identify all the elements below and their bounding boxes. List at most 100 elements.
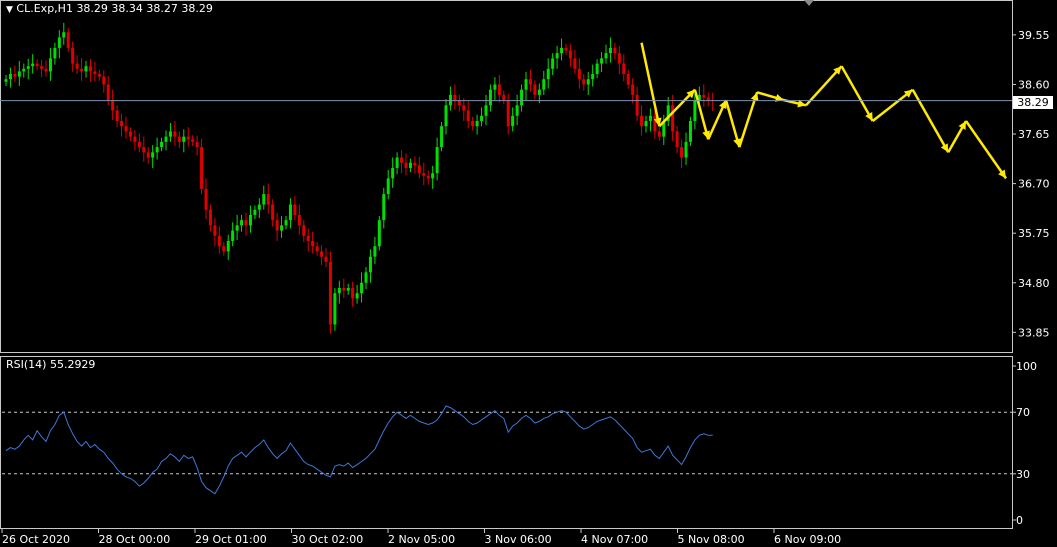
candle-body (244, 220, 248, 226)
candle-body (284, 220, 288, 226)
candle-body (48, 58, 52, 72)
candle-body (648, 115, 652, 121)
candle-body (684, 141, 688, 158)
candle-body (635, 94, 639, 116)
candle-body (106, 84, 110, 101)
candle-body (382, 194, 386, 221)
rsi-header: RSI(14) 55.2929 (6, 358, 96, 371)
candle-body (408, 162, 412, 168)
rsi-tick-label: 0 (1016, 514, 1023, 527)
candle-body (675, 131, 679, 148)
candle-body (164, 136, 168, 142)
candle-body (404, 162, 408, 168)
time-tick-label: 29 Oct 01:00 (195, 533, 267, 546)
candle-body (546, 68, 550, 80)
rsi-tick-label: 100 (1016, 360, 1037, 373)
candle-body (57, 37, 61, 48)
triangle-down-icon[interactable]: ▼ (6, 5, 13, 15)
candle-body (555, 53, 559, 59)
candle-body (626, 74, 630, 85)
candle-body (222, 246, 226, 252)
candle-body (35, 63, 39, 67)
candle-body (128, 131, 132, 137)
candle-body (168, 131, 172, 137)
current-price-tag: 38.29 (1013, 96, 1053, 109)
candle-body (422, 173, 426, 176)
candle-body (440, 126, 444, 148)
candle-body (568, 50, 572, 59)
candle-body (644, 120, 648, 127)
candle-body (146, 152, 150, 158)
candle-body (75, 63, 79, 69)
candle-body (444, 105, 448, 127)
candle-body (151, 152, 155, 158)
candle-body (480, 115, 484, 121)
candle-body (515, 105, 519, 116)
candle-body (253, 209, 257, 215)
candle-body (4, 79, 8, 82)
candle-body (133, 136, 137, 142)
candle-body (542, 79, 546, 90)
candle-body (22, 68, 26, 72)
candle-body (142, 147, 146, 153)
candle-body (208, 209, 212, 226)
candle-body (617, 53, 621, 64)
candle-body (324, 256, 328, 262)
candle-body (488, 89, 492, 106)
candle-body (333, 293, 337, 325)
candle-body (31, 63, 35, 67)
candle-body (137, 141, 141, 148)
candle-body (293, 204, 297, 215)
candle-body (688, 120, 692, 142)
candle-body (702, 94, 706, 98)
price-tick-label: 39.55 (1018, 29, 1050, 42)
candle-body (484, 105, 488, 116)
candle-body (591, 74, 595, 80)
candle-body (426, 175, 430, 179)
candle-body (306, 235, 310, 242)
candle-body (493, 84, 497, 90)
time-tick-label: 3 Nov 06:00 (485, 533, 552, 546)
chart-window[interactable]: 39.55 38.60 37.65 36.70 35.75 34.80 33.85 100 70… (0, 0, 1057, 547)
candle-body (604, 53, 608, 59)
candle-body (431, 173, 435, 179)
candle-body (97, 74, 101, 77)
candle-body (328, 261, 332, 325)
candle-body (288, 204, 292, 221)
time-tick-label: 5 Nov 08:00 (678, 533, 745, 546)
candle-body (111, 100, 115, 111)
candle-body (511, 115, 515, 127)
candle-body (266, 194, 270, 205)
candle-body (13, 74, 17, 77)
candle-body (240, 220, 244, 226)
candle-body (115, 110, 119, 121)
candle-body (311, 241, 315, 247)
candle-body (124, 126, 128, 132)
candle-body (231, 230, 235, 242)
candle-body (355, 293, 359, 299)
chart-canvas[interactable]: 39.55 38.60 37.65 36.70 35.75 34.80 33.85 100 70… (0, 0, 1057, 547)
candle-body (613, 47, 617, 54)
candle-body (204, 188, 208, 210)
candle-body (653, 115, 657, 132)
candle-body (71, 47, 75, 64)
candle-body (262, 194, 266, 205)
candle-body (320, 251, 324, 257)
candle-body (84, 66, 88, 72)
candle-body (275, 220, 279, 231)
chart-header: ▼ CL.Exp,H1 38.29 38.34 38.27 38.29 (6, 2, 213, 15)
candle-body (497, 84, 501, 95)
candle-body (368, 256, 372, 273)
candle-body (217, 235, 221, 247)
candle-body (160, 141, 164, 148)
candle-body (435, 147, 439, 174)
candle-body (257, 204, 261, 210)
candle-body (524, 79, 528, 90)
candle-body (386, 178, 390, 195)
candle-body (391, 167, 395, 179)
candle-body (377, 220, 381, 247)
candle-body (475, 120, 479, 127)
candle-body (395, 157, 399, 168)
price-tick-label: 36.70 (1018, 178, 1050, 191)
candle-body (62, 32, 66, 38)
